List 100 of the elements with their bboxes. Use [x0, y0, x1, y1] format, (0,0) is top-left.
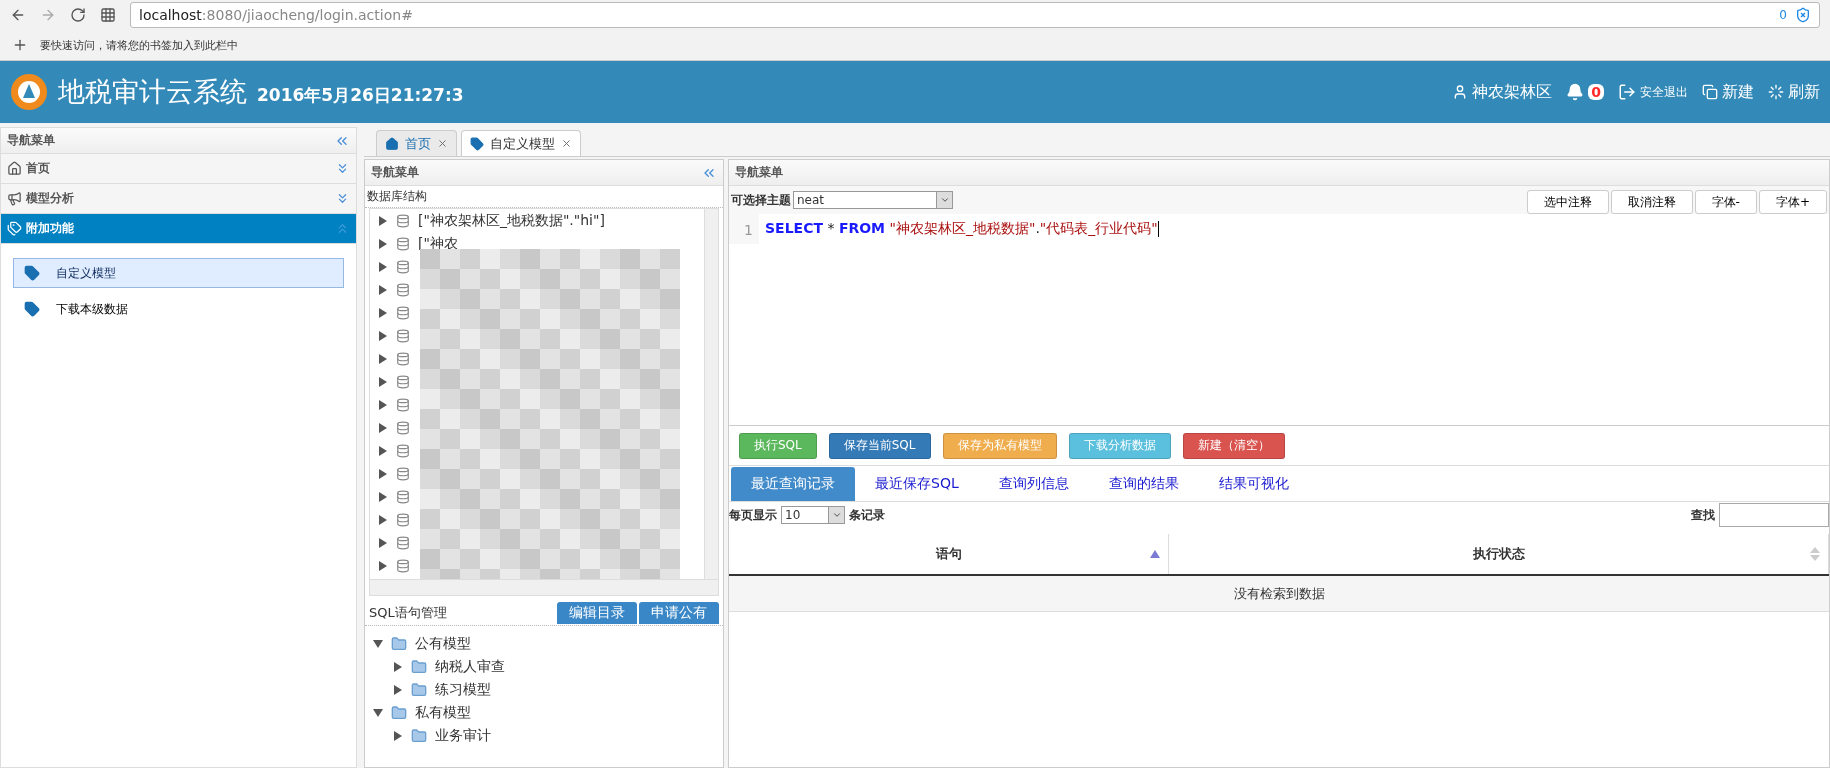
shield-icon[interactable]	[1795, 7, 1811, 23]
database-icon	[396, 236, 410, 251]
panel-title: 导航菜单	[7, 132, 55, 149]
expand-icon[interactable]	[378, 399, 388, 410]
accordion-header[interactable]: 首页	[1, 154, 356, 184]
expand-icon[interactable]	[378, 514, 388, 525]
section-label: SQL语句管理	[369, 603, 448, 622]
tree-item[interactable]: 纳税人审查	[435, 657, 505, 676]
column-header[interactable]: 语句	[729, 534, 1170, 574]
toolbar-button[interactable]: 编辑目录	[557, 601, 637, 624]
expand-icon[interactable]	[373, 638, 383, 649]
expand-icon[interactable]	[373, 707, 383, 718]
expand-icon[interactable]	[393, 684, 403, 695]
notification-count: 0	[1588, 84, 1604, 100]
expand-icon[interactable]	[378, 215, 388, 226]
toolbar-button[interactable]: 申请公有	[639, 601, 719, 624]
expand-icon[interactable]	[378, 238, 388, 249]
close-icon[interactable]	[561, 138, 572, 149]
tab[interactable]: 最近查询记录	[731, 467, 855, 501]
expand-icon[interactable]	[378, 491, 388, 502]
expand-icon[interactable]	[378, 468, 388, 479]
expand-icon[interactable]	[378, 445, 388, 456]
tab[interactable]: 查询列信息	[978, 467, 1089, 501]
nav-item[interactable]: 自定义模型	[13, 258, 344, 288]
database-icon	[396, 282, 410, 297]
home-icon	[385, 136, 399, 151]
tab[interactable]: 首页	[376, 130, 457, 156]
expand-icon[interactable]	[378, 330, 388, 341]
action-button[interactable]: 新建（清空）	[1182, 432, 1285, 459]
expand-icon[interactable]	[378, 560, 388, 571]
tree-item[interactable]: 公有模型	[415, 634, 471, 653]
tags-icon	[7, 221, 22, 236]
theme-label: 可选择主题	[731, 191, 791, 209]
database-icon	[396, 535, 410, 550]
section-label: 数据库结构	[365, 186, 723, 208]
accordion-header[interactable]: 附加功能	[1, 214, 356, 244]
empty-message: 没有检索到数据	[729, 576, 1829, 612]
new-link[interactable]: 新建	[1722, 81, 1754, 103]
home-icon	[7, 161, 22, 176]
add-bookmark-icon[interactable]	[12, 37, 28, 53]
reload-icon[interactable]	[70, 7, 86, 23]
refresh-link[interactable]: 刷新	[1788, 81, 1820, 103]
search-label: 查找	[1691, 506, 1715, 524]
tree-item[interactable]: 业务审计	[435, 726, 491, 745]
logout-icon[interactable]	[1618, 83, 1636, 101]
expand-icon[interactable]	[378, 376, 388, 387]
url-host: localhost:8080/jiaocheng/login.action#	[139, 7, 413, 23]
expand-icon[interactable]	[378, 537, 388, 548]
apps-icon[interactable]	[100, 7, 116, 23]
database-icon	[396, 351, 410, 366]
database-icon	[396, 466, 410, 481]
page-size-select[interactable]: 10	[781, 506, 845, 524]
expand-icon[interactable]	[378, 284, 388, 295]
database-icon	[396, 420, 410, 435]
expand-icon[interactable]	[378, 353, 388, 364]
tab[interactable]: 结果可视化	[1198, 467, 1309, 501]
page-size-label: 每页显示	[729, 506, 777, 524]
tree-item[interactable]: 私有模型	[415, 703, 471, 722]
accordion-header[interactable]: 模型分析	[1, 184, 356, 214]
toolbar-button[interactable]: 字体+	[1758, 190, 1827, 214]
folder-icon	[391, 635, 407, 652]
tab[interactable]: 查询的结果	[1088, 467, 1199, 501]
sort-ascending-icon[interactable]	[1150, 549, 1161, 559]
folder-icon	[391, 704, 407, 721]
database-icon	[396, 489, 410, 504]
database-icon	[396, 558, 410, 573]
bell-icon[interactable]	[1566, 83, 1585, 101]
tree-item[interactable]: ["神农架林区_地税数据"."hi"]	[418, 211, 605, 230]
expand-icon[interactable]	[378, 422, 388, 433]
folder-icon	[411, 681, 427, 698]
expand-icon[interactable]	[393, 730, 403, 741]
refresh-icon[interactable]	[1768, 84, 1784, 100]
back-icon[interactable]	[10, 7, 26, 23]
close-icon[interactable]	[437, 138, 448, 149]
user-name: 神农架林区	[1472, 81, 1553, 103]
code-editor[interactable]: 1 SELECT * FROM "神农架林区_地税数据"."代码表_行业代码"	[729, 214, 1829, 426]
expand-icon[interactable]	[378, 307, 388, 318]
code-line: SELECT * FROM "神农架林区_地税数据"."代码表_行业代码"	[764, 219, 1160, 239]
database-icon	[396, 213, 410, 228]
toolbar-button[interactable]: 取消注释	[1610, 190, 1693, 214]
address-bar[interactable]: localhost:8080/jiaocheng/login.action# 0	[130, 2, 1820, 28]
toolbar-button[interactable]: 选中注释	[1526, 190, 1609, 214]
column-header[interactable]: 执行状态	[1169, 534, 1829, 574]
new-icon[interactable]	[1702, 84, 1718, 100]
database-icon	[396, 259, 410, 274]
database-icon	[396, 443, 410, 458]
search-field[interactable]	[1719, 503, 1829, 527]
nav-item[interactable]: 下载本级数据	[13, 294, 344, 324]
action-button[interactable]: 保存当前SQL	[828, 432, 931, 459]
shield-count: 0	[1779, 8, 1787, 22]
folder-icon	[411, 727, 427, 744]
tree-item[interactable]: 练习模型	[435, 680, 491, 699]
expand-icon[interactable]	[393, 661, 403, 672]
tab[interactable]: 自定义模型	[461, 130, 581, 156]
expand-icon[interactable]	[378, 261, 388, 272]
logo-icon	[10, 73, 48, 111]
tab[interactable]: 最近保存SQL	[855, 467, 979, 501]
theme-select[interactable]: neat	[793, 191, 953, 209]
logout-link[interactable]: 安全退出	[1640, 83, 1688, 101]
toolbar-button[interactable]: 字体-	[1694, 190, 1757, 214]
